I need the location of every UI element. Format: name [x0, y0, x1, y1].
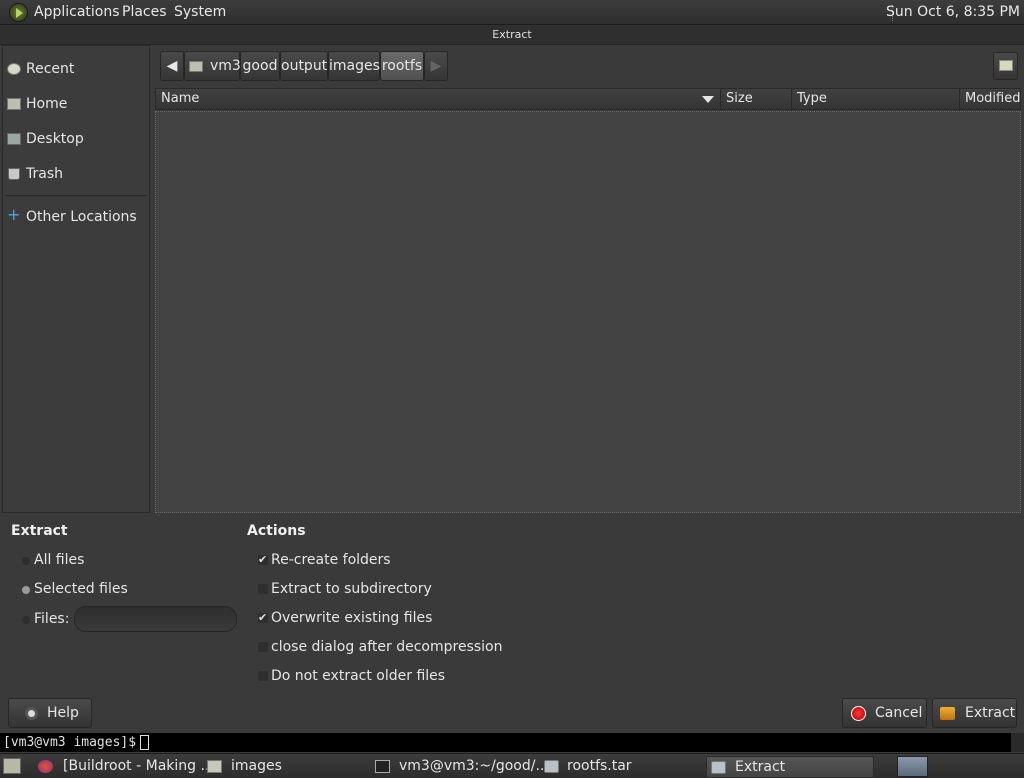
task-label: [Buildroot - Making ... — [63, 758, 214, 774]
column-name[interactable]: Name — [156, 89, 721, 111]
trash-icon — [8, 168, 20, 180]
menu-places[interactable]: Places — [122, 4, 167, 20]
clock[interactable]: Sun Oct 6, 8:35 PM — [886, 4, 1020, 20]
task-label: vm3@vm3:~/good/... — [399, 758, 549, 774]
task-terminal[interactable]: vm3@vm3:~/good/... — [371, 756, 549, 778]
button-label: Help — [47, 705, 79, 721]
distro-logo-icon[interactable] — [9, 3, 28, 22]
option-label: Re-create folders — [271, 552, 391, 568]
taskbar: [Buildroot - Making ... images vm3@vm3:~… — [0, 753, 1024, 778]
sidebar-item-other-locations[interactable]: + Other Locations — [3, 203, 149, 231]
option-label: Overwrite existing files — [271, 610, 433, 626]
sidebar-item-home[interactable]: Home — [3, 90, 149, 118]
menu-system[interactable]: System — [174, 4, 226, 20]
path-segment-label: vm3 — [210, 58, 241, 74]
create-folder-button[interactable] — [993, 52, 1018, 80]
new-folder-icon — [999, 60, 1013, 71]
path-segment-vm3[interactable]: vm3 — [184, 51, 241, 81]
path-forward-button[interactable]: ▶ — [424, 51, 448, 81]
sidebar-item-desktop[interactable]: Desktop — [3, 125, 149, 153]
column-modified[interactable]: Modified — [960, 89, 1020, 111]
sidebar-item-label: Home — [26, 96, 68, 112]
home-folder-icon — [7, 98, 21, 110]
extract-icon — [940, 707, 955, 720]
terminal-cursor — [140, 735, 150, 750]
sidebar-divider — [5, 195, 147, 196]
terminal-prompt: [vm3@vm3 images]$ — [3, 735, 137, 750]
folder-icon — [207, 760, 222, 773]
clock-icon — [7, 63, 21, 75]
desktop-folder-icon — [7, 133, 21, 145]
checkbox-indicator — [258, 584, 268, 594]
terminal-strip[interactable]: [vm3@vm3 images]$ — [0, 733, 1024, 752]
path-segment-images[interactable]: images — [328, 51, 380, 81]
sidebar-item-trash[interactable]: Trash — [3, 160, 149, 188]
option-label: All files — [34, 552, 85, 568]
task-label: Extract — [735, 759, 786, 775]
workspace-switcher[interactable] — [897, 756, 928, 777]
file-list-header: Name Size Type Modified — [155, 88, 1021, 111]
cancel-button[interactable]: Cancel — [842, 698, 927, 728]
option-label: Do not extract older files — [271, 668, 446, 684]
sort-descending-icon — [702, 96, 714, 103]
menu-applications[interactable]: Applications — [34, 4, 120, 20]
cancel-icon — [851, 706, 866, 721]
path-back-button[interactable]: ◀ — [160, 51, 184, 81]
option-label: Extract to subdirectory — [271, 581, 432, 597]
task-label: rootfs.tar — [567, 758, 632, 774]
option-label: Selected files — [34, 581, 128, 597]
task-file-manager[interactable]: images — [203, 756, 365, 778]
task-extract[interactable]: Extract — [706, 756, 874, 778]
extract-button[interactable]: Extract — [932, 698, 1017, 728]
path-segment-rootfs[interactable]: rootfs — [380, 51, 424, 81]
option-label: Files: — [34, 611, 70, 627]
path-segment-good[interactable]: good — [240, 51, 280, 81]
places-sidebar: Recent Home Desktop Trash + Other Locati… — [2, 45, 150, 513]
terminal-scrollbar[interactable] — [1011, 733, 1024, 752]
firefox-icon — [38, 760, 53, 773]
files-pattern-input[interactable] — [74, 606, 237, 632]
button-label: Cancel — [875, 705, 923, 721]
sidebar-item-label: Trash — [26, 166, 63, 182]
show-desktop-icon[interactable] — [3, 758, 21, 774]
help-icon — [25, 707, 38, 720]
task-archive[interactable]: rootfs.tar — [540, 756, 704, 778]
archive-icon — [544, 760, 559, 773]
button-label: Extract — [965, 705, 1016, 721]
sidebar-item-label: Other Locations — [26, 209, 137, 225]
radio-indicator — [22, 586, 30, 594]
file-list-area[interactable] — [155, 111, 1021, 513]
radio-indicator — [22, 557, 30, 565]
checkbox-indicator: ✔ — [258, 611, 268, 624]
checkbox-indicator: ✔ — [258, 553, 268, 566]
extract-section-title: Extract — [11, 523, 68, 539]
checkbox-indicator — [258, 642, 268, 652]
sidebar-item-recent[interactable]: Recent — [3, 55, 149, 83]
task-browser[interactable]: [Buildroot - Making ... — [34, 756, 214, 778]
help-button[interactable]: Help — [8, 698, 92, 728]
archive-icon — [711, 761, 726, 774]
option-label: close dialog after decompression — [271, 639, 503, 655]
sidebar-item-label: Recent — [26, 61, 75, 77]
window-title: Extract — [0, 25, 1024, 45]
plus-icon: + — [7, 205, 21, 224]
column-size[interactable]: Size — [721, 89, 792, 111]
terminal-icon — [375, 760, 390, 773]
home-folder-icon — [189, 61, 203, 72]
task-label: images — [231, 758, 282, 774]
column-type[interactable]: Type — [792, 89, 960, 111]
sidebar-item-label: Desktop — [26, 131, 84, 147]
radio-indicator — [22, 616, 30, 624]
actions-section-title: Actions — [247, 523, 306, 539]
top-panel: Applications Places System Sun Oct 6, 8:… — [0, 0, 1024, 25]
checkbox-indicator — [258, 671, 268, 681]
path-segment-output[interactable]: output — [280, 51, 328, 81]
